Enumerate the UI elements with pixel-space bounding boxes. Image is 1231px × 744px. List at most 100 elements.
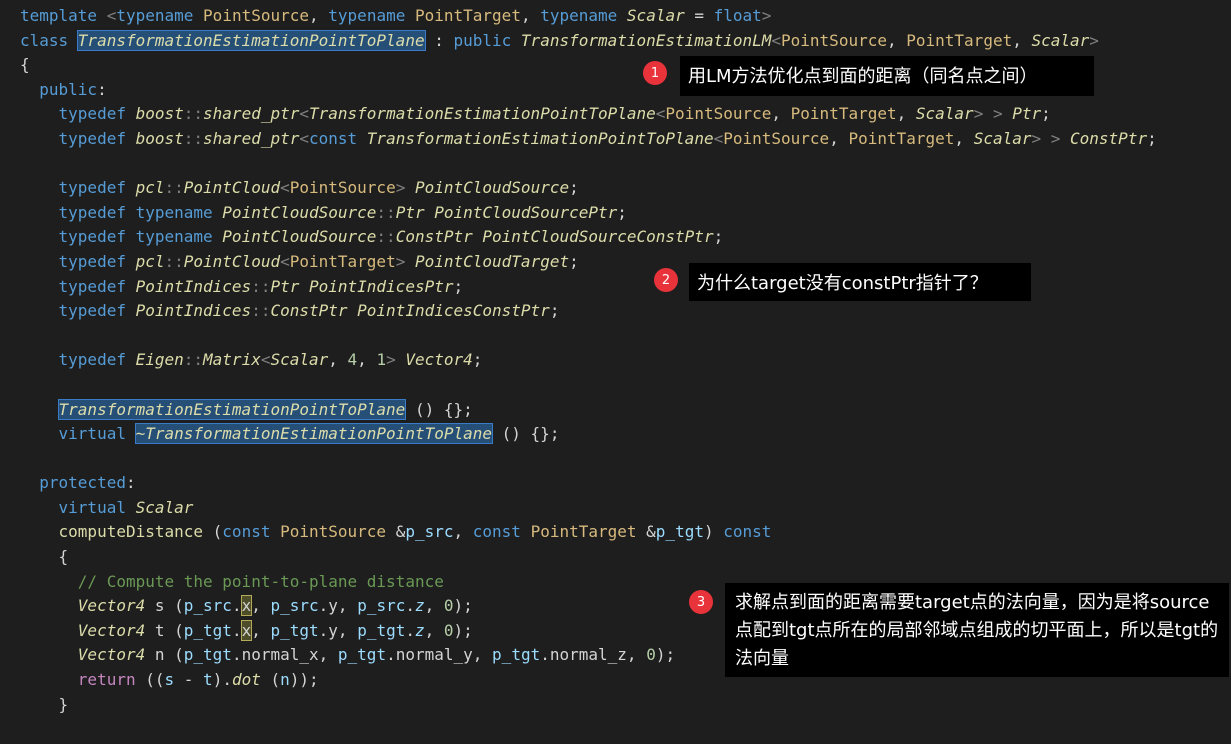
- code-token: .: [405, 620, 415, 640]
- code-token: typedef: [20, 301, 136, 321]
- code-token: typedef: [20, 128, 136, 148]
- selected-token: TransformationEstimationPointToPlane: [57, 398, 407, 420]
- code-line[interactable]: template <typename PointSource, typename…: [20, 4, 1157, 29]
- code-token: );: [453, 620, 473, 640]
- code-token: ;: [569, 251, 579, 271]
- code-token: pcl: [135, 251, 165, 271]
- code-token: > >: [973, 104, 1013, 124]
- code-line[interactable]: [20, 447, 1157, 472]
- code-line[interactable]: [20, 324, 1157, 349]
- code-token: p_src: [357, 596, 406, 616]
- code-token: 4: [347, 350, 358, 370]
- code-line[interactable]: typedef typename PointCloudSource::Ptr P…: [20, 201, 1157, 226]
- code-token: =: [684, 6, 714, 25]
- code-token: float: [713, 6, 762, 25]
- code-token: (: [212, 522, 223, 542]
- code-token: virtual: [20, 424, 136, 444]
- code-token: Ptr PointIndicesPtr: [270, 276, 454, 296]
- code-token: boost: [135, 104, 184, 124]
- code-line[interactable]: [20, 373, 1157, 398]
- code-token: PointCloudSource: [222, 202, 377, 222]
- code-token: ,: [453, 522, 473, 542]
- code-token: n: [280, 670, 290, 690]
- code-token: :: [424, 30, 454, 50]
- code-line[interactable]: class TransformationEstimationPointToPla…: [20, 29, 1157, 54]
- code-token: {: [20, 547, 69, 567]
- code-line[interactable]: TransformationEstimationPointToPlane () …: [20, 398, 1157, 423]
- code-token: ConstPtr PointCloudSourceConstPtr: [395, 227, 714, 247]
- annotation-badge-3: 3: [689, 590, 713, 614]
- code-token: >: [386, 350, 406, 370]
- code-token: .normal_y,: [386, 645, 493, 665]
- code-line[interactable]: typedef typename PointCloudSource::Const…: [20, 225, 1157, 250]
- code-token: ).: [212, 670, 232, 690]
- highlighted-token: x: [240, 619, 253, 641]
- code-line[interactable]: virtual ~TransformationEstimationPointTo…: [20, 422, 1157, 447]
- annotation-badge-1: 1: [643, 61, 667, 85]
- code-token: pcl: [135, 178, 165, 198]
- code-token: () {};: [492, 424, 560, 444]
- code-token: TransformationEstimationLM: [520, 30, 772, 50]
- code-token: PointTarget: [414, 6, 521, 25]
- annotation-badge-2: 2: [654, 268, 678, 292]
- code-line[interactable]: typedef boost::shared_ptr<Transformation…: [20, 102, 1157, 127]
- code-line[interactable]: virtual Scalar: [20, 496, 1157, 521]
- annotation-note-2: 为什么target没有constPtr指针了？: [689, 263, 1031, 301]
- code-line[interactable]: typedef PointIndices::ConstPtr PointIndi…: [20, 299, 1157, 324]
- code-token: ConstPtr PointIndicesConstPtr: [270, 301, 550, 321]
- code-token: PointTarget: [289, 251, 396, 271]
- code-line[interactable]: {: [20, 545, 1157, 570]
- code-token: ::: [251, 276, 271, 296]
- code-token: class: [20, 30, 78, 50]
- code-line[interactable]: [20, 152, 1157, 177]
- code-token: ;: [713, 227, 724, 247]
- code-token: p_tgt: [183, 645, 232, 665]
- code-token: .y,: [318, 596, 358, 616]
- code-token: Eigen: [135, 350, 184, 370]
- highlighted-token: x: [240, 595, 253, 617]
- code-token: :: [97, 79, 107, 99]
- code-token: ::: [183, 128, 204, 148]
- code-token: TransformationEstimationPointToPlane: [309, 104, 656, 124]
- code-token: p_tgt: [357, 620, 406, 640]
- code-token: // Compute the point-to-plane distance: [20, 571, 444, 591]
- code-token: <: [280, 178, 290, 198]
- code-token: Vector4: [77, 645, 146, 665]
- code-token: virtual: [20, 497, 136, 517]
- code-token: const: [472, 522, 531, 542]
- code-token: Vector4: [77, 620, 146, 640]
- code-token: -: [174, 670, 204, 690]
- code-token: PointIndices: [135, 301, 252, 321]
- code-token: ::: [164, 178, 184, 198]
- code-token: ::: [376, 202, 396, 222]
- code-line[interactable]: typedef pcl::PointCloud<PointSource> Poi…: [20, 176, 1157, 201]
- code-token: ,: [328, 350, 348, 370]
- code-token: <: [299, 128, 309, 148]
- code-token: t: [203, 670, 213, 690]
- code-token: return: [20, 670, 146, 690]
- code-line[interactable]: typedef boost::shared_ptr<const Transfor…: [20, 127, 1157, 152]
- code-token: ;: [549, 301, 560, 321]
- code-line[interactable]: computeDistance (const PointSource &p_sr…: [20, 520, 1157, 545]
- code-token: 0: [443, 596, 454, 616]
- code-line[interactable]: }: [20, 693, 1157, 718]
- annotation-note-1: 用LM方法优化点到面的距离（同名点之间）: [680, 56, 1094, 96]
- code-token: >: [761, 6, 772, 25]
- code-token: Scalar: [270, 350, 329, 370]
- code-line[interactable]: typedef Eigen::Matrix<Scalar, 4, 1> Vect…: [20, 348, 1157, 373]
- code-token: PointCloudTarget: [414, 251, 570, 271]
- code-token: const: [222, 522, 281, 542]
- code-token: p_src: [183, 596, 232, 616]
- selected-token: TransformationEstimationPointToPlane: [76, 29, 426, 51]
- code-line[interactable]: protected:: [20, 471, 1157, 496]
- code-token: typedef typename: [20, 202, 223, 222]
- code-token: ::: [376, 227, 396, 247]
- code-token: ;: [453, 276, 464, 296]
- code-token: ,: [251, 596, 271, 616]
- code-token: 0: [646, 645, 656, 665]
- code-token: z: [415, 596, 425, 616]
- code-token: shared_ptr: [203, 104, 300, 124]
- code-token: );: [655, 645, 676, 665]
- code-token: <: [106, 6, 117, 25]
